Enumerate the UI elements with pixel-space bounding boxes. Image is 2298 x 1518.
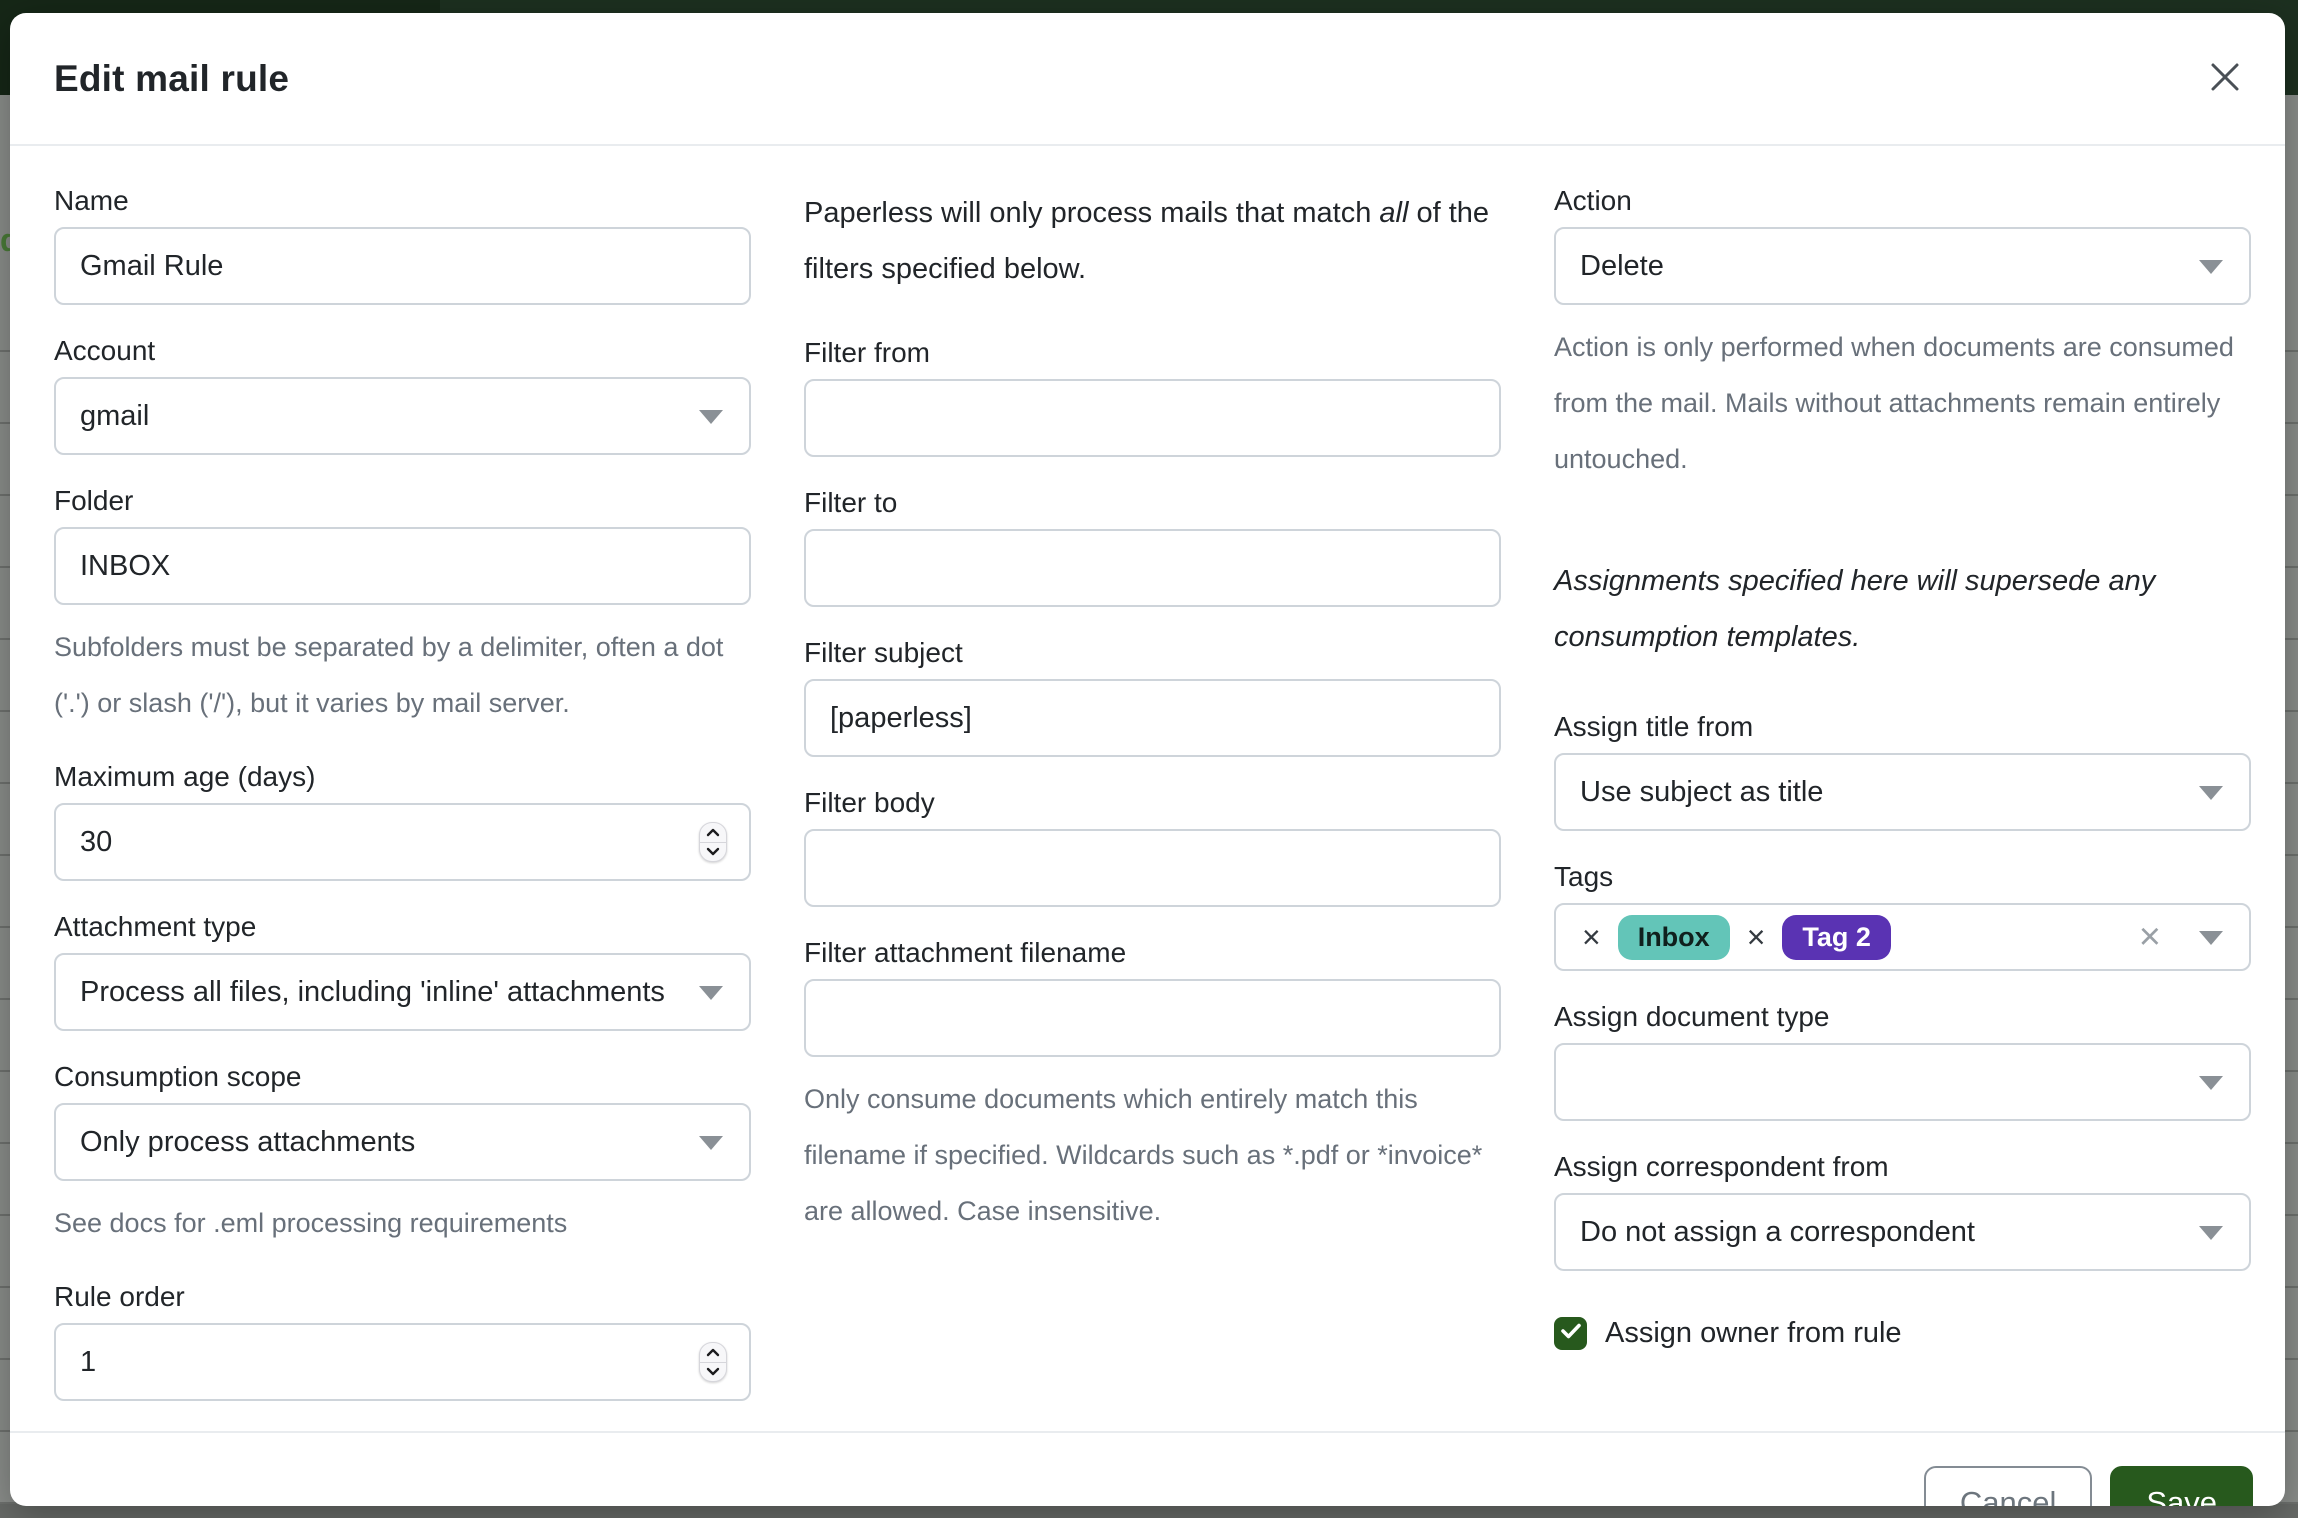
name-input[interactable] (54, 227, 751, 305)
chevron-down-icon (699, 1136, 723, 1150)
folder-help-text: Subfolders must be separated by a delimi… (54, 619, 751, 731)
filter-from-label: Filter from (804, 337, 1501, 369)
save-button[interactable]: Save (2110, 1466, 2253, 1507)
field-filter-to: Filter to (804, 487, 1501, 607)
maximum-age-label: Maximum age (days) (54, 761, 751, 793)
chevron-down-icon (2199, 260, 2223, 274)
assign-title-from-select-value: Use subject as title (1580, 776, 1823, 809)
chevron-down-icon (2199, 931, 2223, 945)
edit-mail-rule-dialog: Edit mail rule Name Account gmail Fo (10, 13, 2285, 1506)
maximum-age-input[interactable] (54, 803, 751, 881)
assign-correspondent-from-select-value: Do not assign a correspondent (1580, 1216, 1975, 1249)
filter-to-input[interactable] (804, 529, 1501, 607)
tag-chip-tag2: Tag 2 (1782, 915, 1891, 960)
field-assign-title-from: Assign title from Use subject as title (1554, 711, 2251, 831)
tag-chip-inbox: Inbox (1618, 915, 1730, 960)
backdrop-bottom-strip (0, 1504, 2298, 1518)
consumption-scope-help-text: See docs for .eml processing requirement… (54, 1195, 751, 1251)
column-action: Action Delete Action is only performed w… (1554, 185, 2251, 1431)
field-account: Account gmail (54, 335, 751, 455)
clear-tags-icon[interactable]: × (2139, 918, 2161, 956)
action-select-value: Delete (1580, 250, 1664, 283)
spin-down-icon[interactable] (700, 1362, 726, 1382)
assign-document-type-label: Assign document type (1554, 1001, 2251, 1033)
consumption-scope-select-value: Only process attachments (80, 1126, 415, 1159)
field-filter-from: Filter from (804, 337, 1501, 457)
dialog-title: Edit mail rule (54, 58, 289, 100)
field-rule-order: Rule order (54, 1281, 751, 1401)
field-filter-subject: Filter subject (804, 637, 1501, 757)
spin-down-icon[interactable] (700, 842, 726, 862)
name-label: Name (54, 185, 751, 217)
chevron-down-icon (2199, 1226, 2223, 1240)
close-button[interactable] (2199, 53, 2251, 105)
checkmark-icon (1561, 1323, 1581, 1344)
filters-intro-text: Paperless will only process mails that m… (804, 185, 1501, 297)
consumption-scope-label: Consumption scope (54, 1061, 751, 1093)
remove-tag-icon[interactable]: × (1582, 921, 1601, 953)
assign-title-from-select[interactable]: Use subject as title (1554, 753, 2251, 831)
account-label: Account (54, 335, 751, 367)
folder-label: Folder (54, 485, 751, 517)
filter-from-input[interactable] (804, 379, 1501, 457)
close-icon (2210, 62, 2240, 95)
chevron-down-icon (699, 410, 723, 424)
assign-correspondent-from-select[interactable]: Do not assign a correspondent (1554, 1193, 2251, 1271)
remove-tag-icon[interactable]: × (1747, 921, 1766, 953)
tags-label: Tags (1554, 861, 2251, 893)
folder-input[interactable] (54, 527, 751, 605)
filter-attachment-filename-label: Filter attachment filename (804, 937, 1501, 969)
field-consumption-scope: Consumption scope Only process attachmen… (54, 1061, 751, 1251)
account-select[interactable]: gmail (54, 377, 751, 455)
assignments-note: Assignments specified here will supersed… (1554, 553, 2251, 665)
spin-up-icon[interactable] (700, 823, 726, 842)
maximum-age-stepper[interactable] (699, 822, 727, 862)
column-general: Name Account gmail Folder Subfolders mus… (54, 185, 751, 1431)
chevron-down-icon (2199, 786, 2223, 800)
column-filters: Paperless will only process mails that m… (804, 185, 1501, 1431)
chevron-down-icon (699, 986, 723, 1000)
field-attachment-type: Attachment type Process all files, inclu… (54, 911, 751, 1031)
field-assign-owner: Assign owner from rule (1554, 1317, 2251, 1350)
filter-attachment-filename-help-text: Only consume documents which entirely ma… (804, 1071, 1501, 1239)
field-tags: Tags × Inbox × Tag 2 × (1554, 861, 2251, 971)
field-action: Action Delete Action is only performed w… (1554, 185, 2251, 487)
attachment-type-select-value: Process all files, including 'inline' at… (80, 976, 665, 1009)
filter-subject-label: Filter subject (804, 637, 1501, 669)
dialog-body: Name Account gmail Folder Subfolders mus… (10, 146, 2285, 1431)
action-label: Action (1554, 185, 2251, 217)
dialog-footer: Cancel Save (10, 1431, 2285, 1506)
cancel-button[interactable]: Cancel (1924, 1466, 2093, 1507)
assign-title-from-label: Assign title from (1554, 711, 2251, 743)
field-filter-body: Filter body (804, 787, 1501, 907)
assign-owner-label: Assign owner from rule (1605, 1317, 1902, 1350)
tags-select[interactable]: × Inbox × Tag 2 × (1554, 903, 2251, 971)
chevron-down-icon (2199, 1076, 2223, 1090)
rule-order-input[interactable] (54, 1323, 751, 1401)
filter-subject-input[interactable] (804, 679, 1501, 757)
attachment-type-select[interactable]: Process all files, including 'inline' at… (54, 953, 751, 1031)
filter-attachment-filename-input[interactable] (804, 979, 1501, 1057)
rule-order-stepper[interactable] (699, 1342, 727, 1382)
field-filter-attachment-filename: Filter attachment filename Only consume … (804, 937, 1501, 1239)
action-help-text: Action is only performed when documents … (1554, 319, 2251, 487)
field-maximum-age: Maximum age (days) (54, 761, 751, 881)
field-folder: Folder Subfolders must be separated by a… (54, 485, 751, 731)
account-select-value: gmail (80, 400, 149, 433)
dialog-header: Edit mail rule (10, 13, 2285, 146)
attachment-type-label: Attachment type (54, 911, 751, 943)
filter-to-label: Filter to (804, 487, 1501, 519)
assign-owner-checkbox[interactable] (1554, 1317, 1587, 1350)
assign-correspondent-from-label: Assign correspondent from (1554, 1151, 2251, 1183)
field-name: Name (54, 185, 751, 305)
action-select[interactable]: Delete (1554, 227, 2251, 305)
spin-up-icon[interactable] (700, 1343, 726, 1362)
assign-document-type-select[interactable] (1554, 1043, 2251, 1121)
field-assign-correspondent-from: Assign correspondent from Do not assign … (1554, 1151, 2251, 1271)
filter-body-label: Filter body (804, 787, 1501, 819)
consumption-scope-select[interactable]: Only process attachments (54, 1103, 751, 1181)
filter-body-input[interactable] (804, 829, 1501, 907)
rule-order-label: Rule order (54, 1281, 751, 1313)
field-assign-document-type: Assign document type (1554, 1001, 2251, 1121)
